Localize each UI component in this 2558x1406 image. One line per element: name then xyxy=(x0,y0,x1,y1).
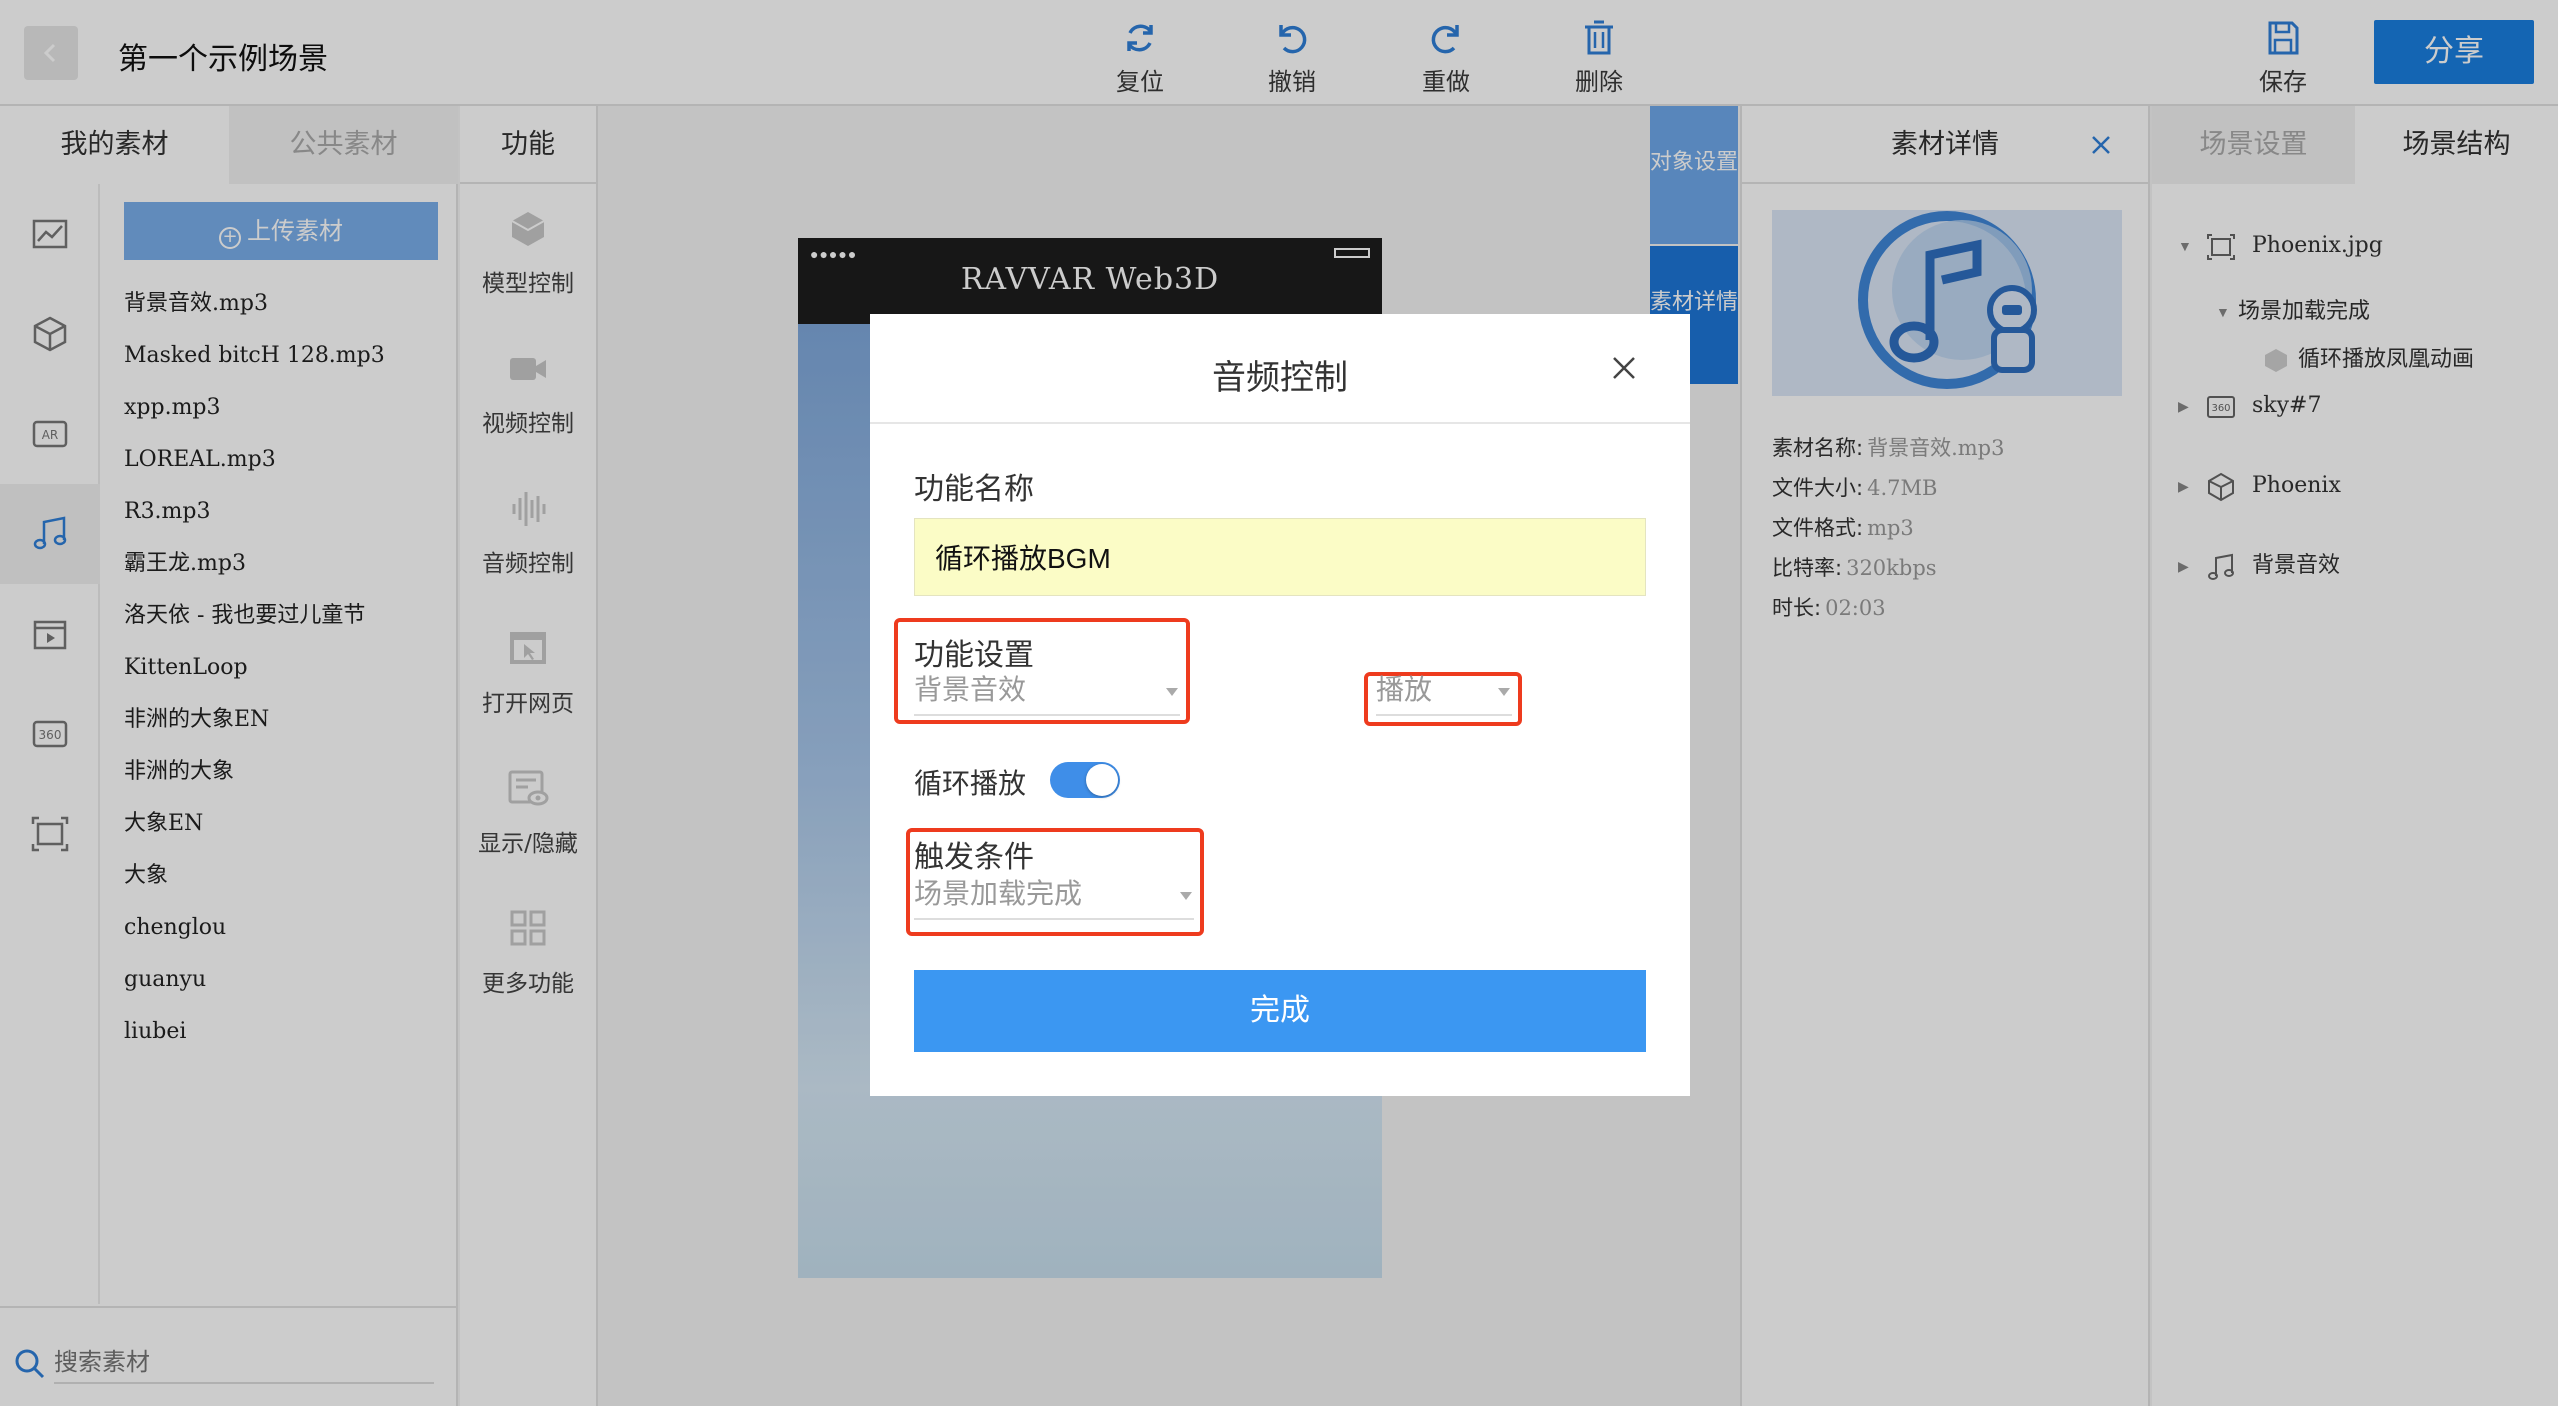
loop-play-label: 循环播放 xyxy=(914,767,1027,800)
select-value: 场景加载完成 xyxy=(914,877,1083,910)
function-name-label: 功能名称 xyxy=(914,472,1034,507)
audio-control-dialog: 音频控制 功能名称 功能设置 背景音效 播放 循环播放 触发条件 场景加载完成 … xyxy=(870,314,1690,1096)
dialog-header: 音频控制 xyxy=(870,314,1690,424)
function-setting-select[interactable]: 背景音效 xyxy=(914,668,1180,716)
done-button[interactable]: 完成 xyxy=(914,970,1646,1052)
toggle-knob xyxy=(1086,764,1118,796)
trigger-condition-select[interactable]: 场景加载完成 xyxy=(914,872,1194,920)
dropdown-caret-icon xyxy=(1166,688,1178,696)
select-value: 播放 xyxy=(1376,673,1433,706)
dropdown-caret-icon xyxy=(1498,688,1510,696)
loop-play-toggle[interactable] xyxy=(1050,762,1120,798)
dialog-title: 音频控制 xyxy=(1212,358,1348,398)
dropdown-caret-icon xyxy=(1180,892,1192,900)
close-icon[interactable] xyxy=(1610,354,1638,382)
play-action-select[interactable]: 播放 xyxy=(1376,668,1512,716)
function-name-input[interactable] xyxy=(914,518,1646,596)
select-value: 背景音效 xyxy=(914,673,1027,706)
trigger-condition-label: 触发条件 xyxy=(914,840,1034,875)
